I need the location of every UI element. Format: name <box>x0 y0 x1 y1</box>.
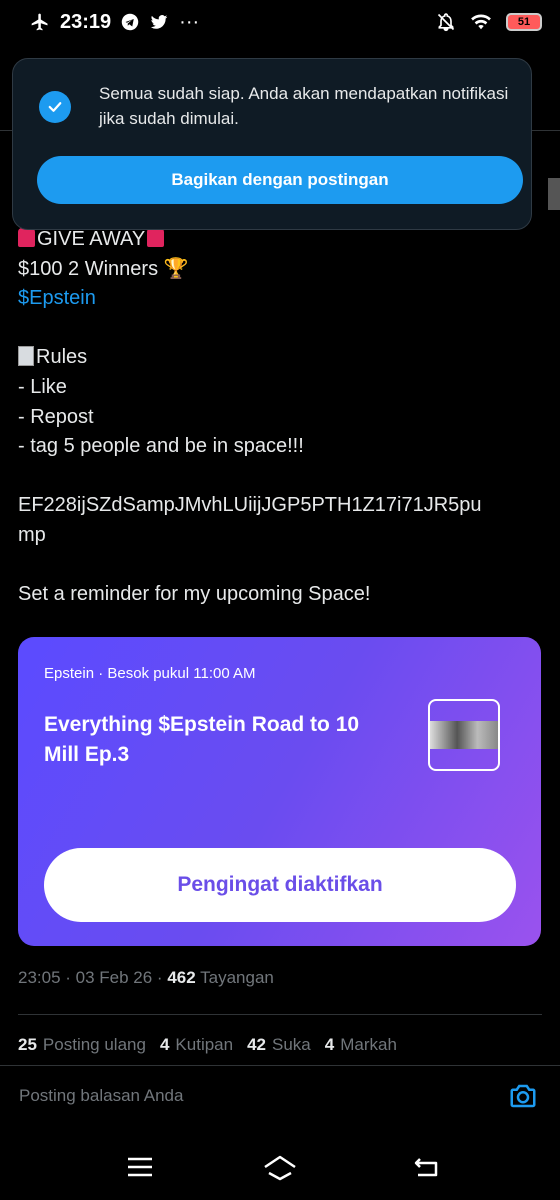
checkmark-icon <box>39 91 71 123</box>
toast-message: Semua sudah siap. Anda akan mendapatkan … <box>99 84 509 128</box>
siren-emoji-icon <box>18 228 35 247</box>
clock: 23:19 <box>60 10 112 33</box>
space-meta: Epstein · Besok pukul 11:00 AM <box>44 665 256 682</box>
rule-like: - Like <box>18 375 67 398</box>
reposts-stat[interactable]: 25 Posting ulang <box>18 1035 146 1055</box>
more-notifications: ··· <box>179 10 200 33</box>
reply-input[interactable]: Posting balasan Anda <box>19 1086 183 1106</box>
contract-address: EF228ijSZdSampJMvhLUiijJGP5PTH1Z17i71JR5… <box>18 494 482 517</box>
post-line-winners: $100 2 Winners 🏆 <box>18 257 189 280</box>
back-icon[interactable] <box>412 1153 442 1181</box>
bookmarks-stat[interactable]: 4 Markah <box>325 1035 397 1055</box>
rule-tag: - tag 5 people and be in space!!! <box>18 435 304 458</box>
post-meta: 23:05 · 03 Feb 26 · 462 Tayangan <box>18 968 274 987</box>
space-title: Everything $Epstein Road to 10 Mill Ep.3 <box>44 713 360 766</box>
meta-divider <box>18 1014 542 1015</box>
status-bar: 23:19 ··· 51 <box>0 0 560 44</box>
share-with-post-button[interactable]: Bagikan dengan postingan <box>37 156 523 204</box>
recent-apps-icon[interactable] <box>125 1153 155 1181</box>
post-line-rules: Rules <box>18 343 548 373</box>
battery-indicator: 51 <box>506 13 542 31</box>
post-timestamp: 23:05 · 03 Feb 26 · <box>18 968 168 987</box>
quotes-stat[interactable]: 4 Kutipan <box>160 1035 233 1055</box>
siren-emoji-icon <box>147 228 165 247</box>
system-nav-bar <box>0 1133 560 1200</box>
airplane-icon <box>31 13 48 31</box>
wifi-icon <box>471 14 491 30</box>
bell-muted-icon <box>437 13 455 32</box>
post-stats: 25 Posting ulang 4 Kutipan 42 Suka 4 Markah <box>18 1035 397 1055</box>
twitter-bird-icon <box>150 15 168 29</box>
home-icon[interactable] <box>262 1153 298 1181</box>
reminder-text: Set a reminder for my upcoming Space! <box>18 583 371 606</box>
document-emoji-icon <box>18 346 34 367</box>
space-host-avatar <box>428 699 500 771</box>
views-count: 462 <box>167 968 196 987</box>
camera-icon[interactable] <box>508 1081 538 1111</box>
rule-repost: - Repost <box>18 405 94 428</box>
cashtag-link[interactable]: $Epstein <box>18 287 96 309</box>
reply-bar: Posting balasan Anda <box>0 1065 560 1133</box>
contract-address-cont: mp <box>18 523 46 546</box>
notification-toast: Semua sudah siap. Anda akan mendapatkan … <box>12 58 532 230</box>
post-body: GIVE AWAY $100 2 Winners 🏆 $Epstein Rule… <box>18 225 548 610</box>
telegram-icon <box>121 13 139 31</box>
space-card[interactable]: Epstein · Besok pukul 11:00 AM Everythin… <box>18 637 541 946</box>
scroll-indicator <box>548 178 560 210</box>
likes-stat[interactable]: 42 Suka <box>247 1035 311 1055</box>
reminder-enabled-button[interactable]: Pengingat diaktifkan <box>44 848 516 922</box>
trophy-emoji-icon: 🏆 <box>163 257 189 280</box>
